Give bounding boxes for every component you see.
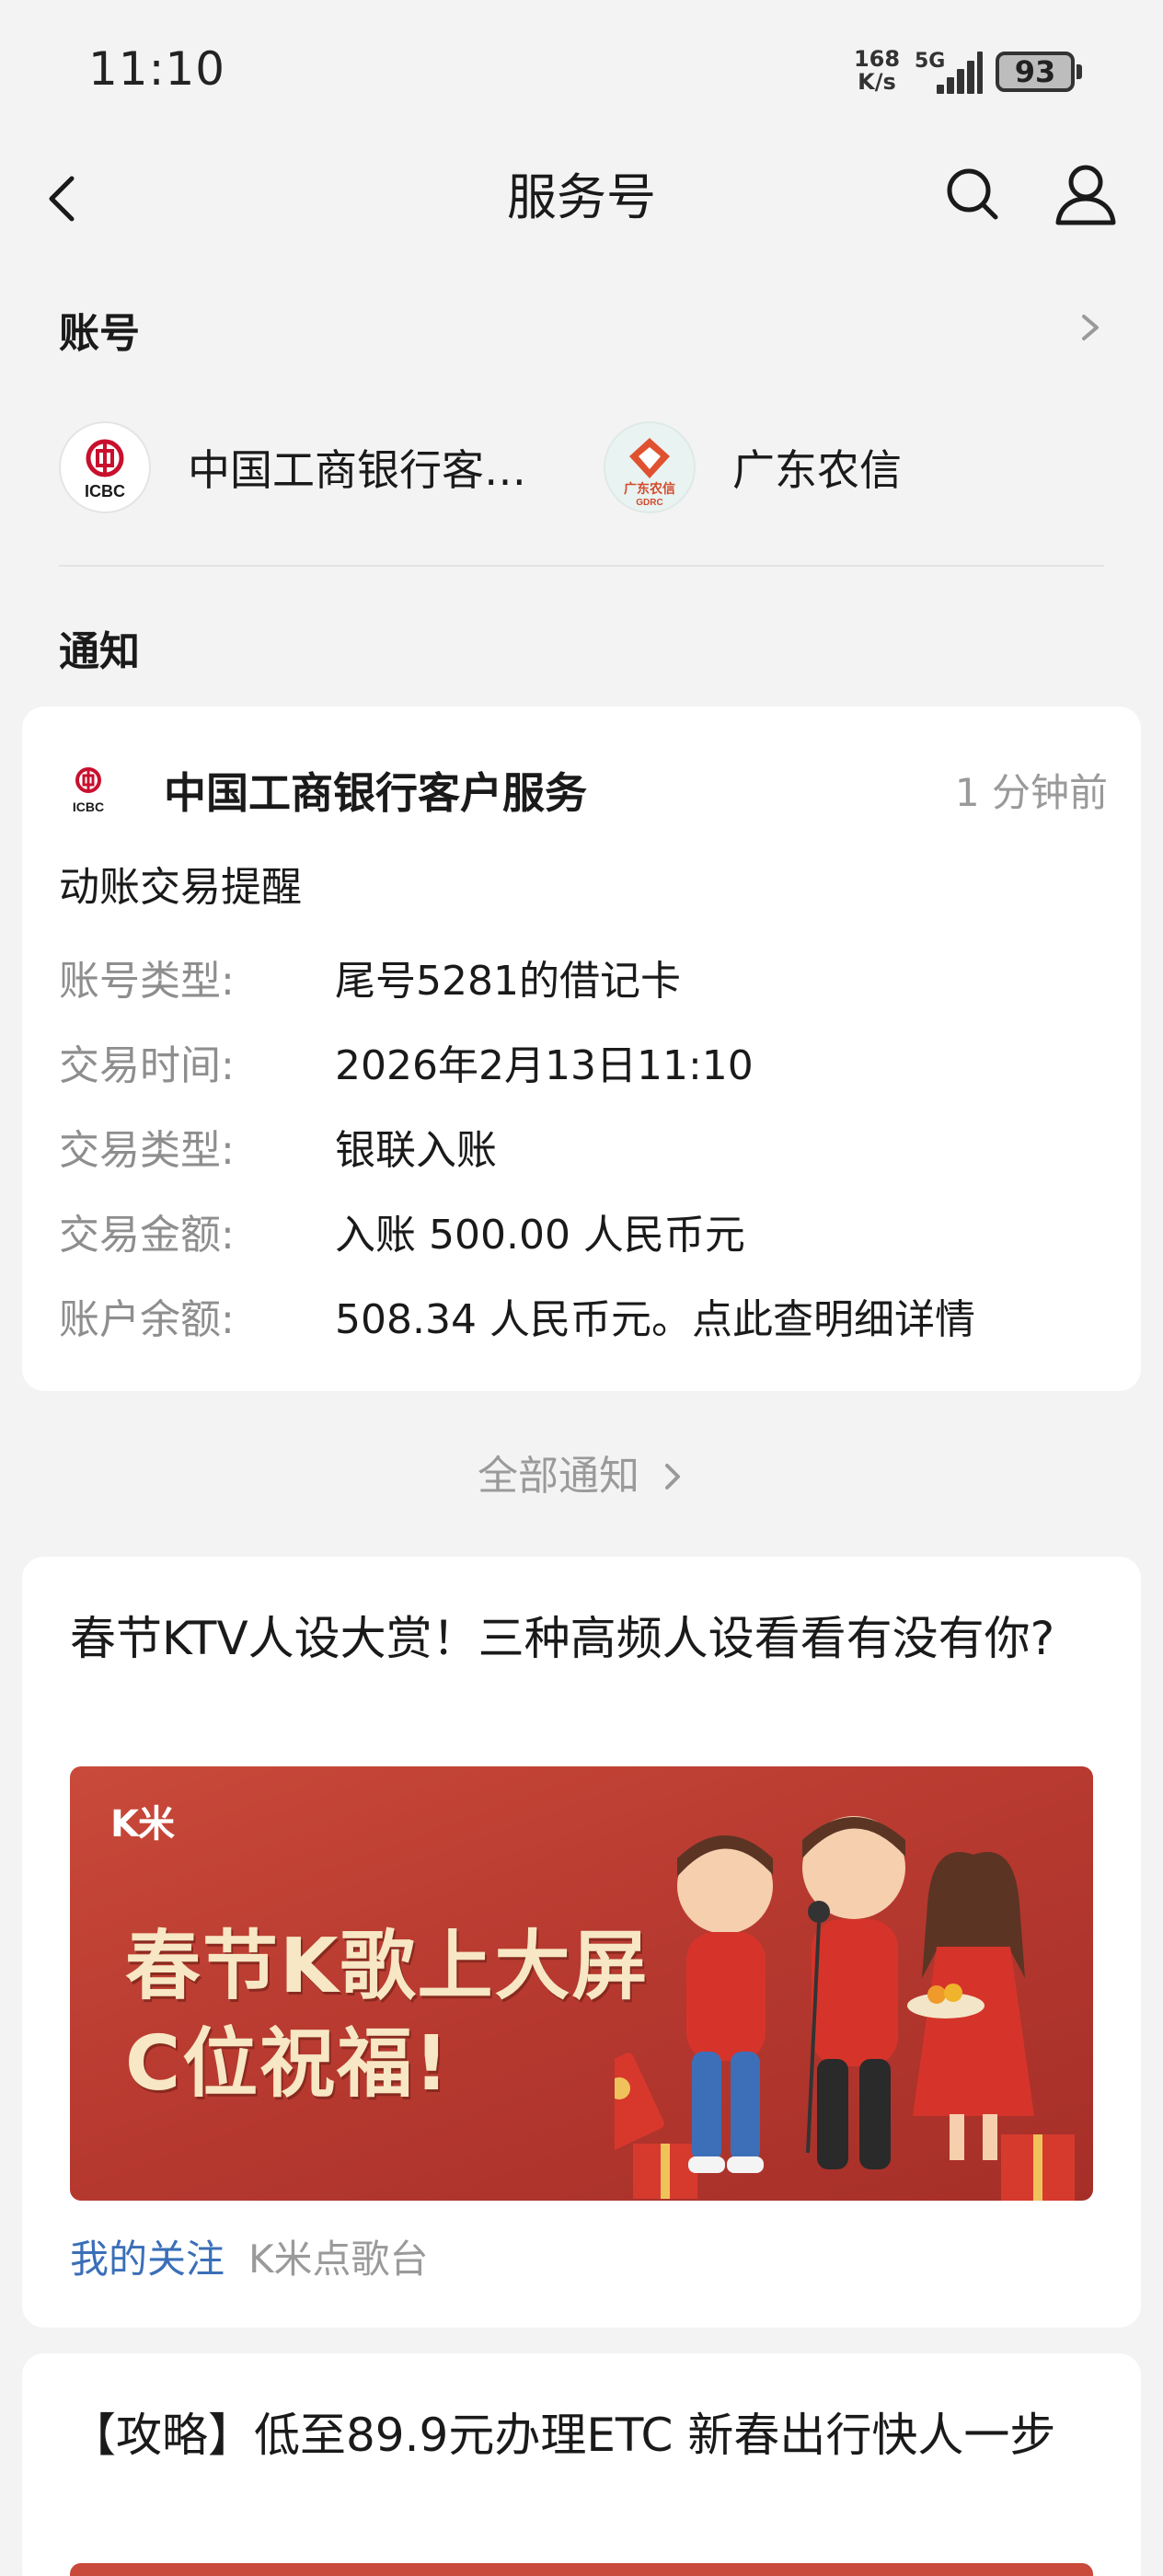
field-label: 交易时间: xyxy=(59,1042,235,1089)
article-card[interactable]: 春节KTV人设大赏！三种高频人设看看有没有你? K米 春节K歌上大屏 C位祝福! xyxy=(22,1557,1141,2328)
banner-headline-1: 春节K歌上大屏 xyxy=(125,1923,650,2010)
notification-field-row: 账号类型: 尾号5281的借记卡 xyxy=(59,948,1108,1005)
battery-icon: 93 xyxy=(996,52,1082,92)
search-button[interactable] xyxy=(940,162,1005,226)
article-title: 春节KTV人设大赏！三种高频人设看看有没有你? xyxy=(70,1612,1055,1665)
gdrc-logo-text: 广东农信 xyxy=(624,481,675,497)
chevron-right-icon xyxy=(665,1464,680,1489)
balance-detail-link[interactable]: 508.34 人民币元。点此查明细详情 xyxy=(335,1286,975,1345)
top-nav-bar: 服务号 xyxy=(0,147,1163,248)
field-value: 银联入账 xyxy=(335,1127,497,1174)
article-title: 【攻略】低至89.9元办理ETC 新春出行快人一步 xyxy=(70,2409,1056,2462)
all-notifications-label: 全部通知 xyxy=(478,1453,639,1500)
my-following-tag[interactable]: 我的关注 xyxy=(70,2237,225,2282)
icbc-small-logo: ICBC xyxy=(59,760,118,819)
field-value: 尾号5281的借记卡 xyxy=(335,958,681,1005)
search-icon xyxy=(947,168,998,220)
network-type: 5G xyxy=(915,50,946,73)
article-card[interactable]: 【攻略】低至89.9元办理ETC 新春出行快人一步 xyxy=(22,2353,1141,2576)
account-item-icbc[interactable]: ICBC 中国工商银行客… xyxy=(59,420,537,515)
gdrc-logo-subtext: GDRC xyxy=(636,498,662,508)
network-speed-unit: K/s xyxy=(858,69,896,95)
field-label: 账户余额: xyxy=(59,1296,235,1343)
banner-brand-logo: K米 xyxy=(110,1803,175,1846)
chevron-right-icon xyxy=(1082,315,1099,340)
notification-field-row[interactable]: 账户余额: 508.34 人民币元。点此查明细详情 xyxy=(59,1286,1108,1343)
network-speed-value: 168 xyxy=(853,46,901,72)
notification-sender: 中国工商银行客户服务 xyxy=(164,768,587,818)
notification-field-row: 交易时间: 2026年2月13日11:10 xyxy=(59,1032,1108,1089)
article-meta: 我的关注 K米点歌台 xyxy=(70,2228,429,2284)
notification-field-row: 交易类型: 银联入账 xyxy=(59,1117,1108,1174)
article-banner-image[interactable] xyxy=(70,2563,1093,2576)
notification-field-row: 交易金额: 入账 500.00 人民币元 xyxy=(59,1202,1108,1259)
icbc-logo-text: ICBC xyxy=(85,482,125,500)
profile-button[interactable] xyxy=(1051,160,1121,230)
section-divider xyxy=(59,565,1104,567)
notification-time: 1 分钟前 xyxy=(954,770,1108,815)
icbc-small-logo-text: ICBC xyxy=(73,799,104,814)
account-name-icbc: 中国工商银行客… xyxy=(188,445,526,495)
field-label: 账号类型: xyxy=(59,958,235,1005)
accounts-more-button[interactable] xyxy=(1071,309,1108,346)
field-value: 入账 500.00 人民币元 xyxy=(335,1212,745,1259)
all-notifications-link[interactable]: 全部通知 xyxy=(0,1443,1163,1501)
notification-card[interactable]: ICBC 中国工商银行客户服务 1 分钟前 动账交易提醒 账号类型: 尾号528… xyxy=(22,707,1141,1391)
banner-headline-2: C位祝福! xyxy=(125,2020,451,2108)
account-name-gdrc: 广东农信 xyxy=(732,445,902,495)
field-label: 交易类型: xyxy=(59,1127,235,1174)
notifications-section-title: 通知 xyxy=(59,628,140,675)
icbc-logo: ICBC xyxy=(59,421,151,513)
network-speed: 168 K/s xyxy=(852,48,902,94)
status-time: 11:10 xyxy=(88,42,226,96)
notification-header: ICBC 中国工商银行客户服务 1 分钟前 xyxy=(59,753,1108,819)
battery-level: 93 xyxy=(1014,54,1056,89)
notification-subject: 动账交易提醒 xyxy=(59,864,302,911)
status-bar: 11:10 168 K/s 5G 93 xyxy=(0,0,1163,138)
user-icon xyxy=(1055,165,1116,225)
signal-icon: 5G xyxy=(913,48,983,96)
article-banner-image[interactable]: K米 春节K歌上大屏 C位祝福! xyxy=(70,1766,1093,2201)
gdrc-logo: 广东农信 GDRC xyxy=(604,421,696,513)
field-value: 2026年2月13日11:10 xyxy=(335,1042,754,1089)
account-item-gdrc[interactable]: 广东农信 GDRC 广东农信 xyxy=(604,420,1082,515)
field-label: 交易金额: xyxy=(59,1212,235,1259)
banner-illustration xyxy=(615,1816,1075,2201)
accounts-section-title: 账号 xyxy=(59,310,140,357)
article-source[interactable]: K米点歌台 xyxy=(248,2237,429,2282)
